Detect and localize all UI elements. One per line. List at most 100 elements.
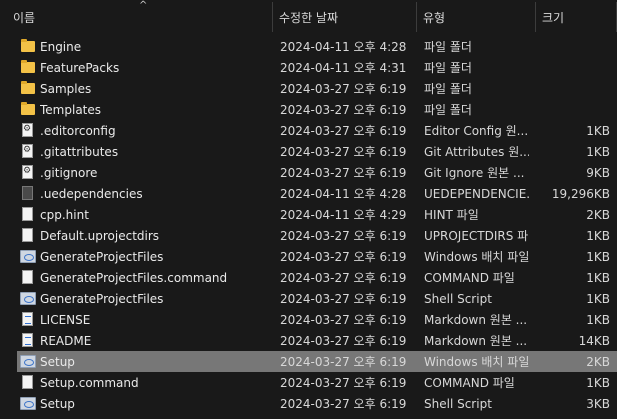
file-row[interactable]: Setup 2024-03-27 오후 6:19 Windows 배치 파일 2KB (0, 351, 617, 372)
file-name: LICENSE (40, 312, 91, 327)
folder-icon (21, 60, 35, 73)
file-modified-date: 2024-04-11 오후 4:31 (280, 61, 407, 75)
file-row[interactable]: .uedependencies 2024-04-11 오후 4:28 UEDEPEN… (0, 183, 617, 204)
file-modified-date: 2024-03-27 오후 6:19 (280, 313, 407, 327)
folder-icon (21, 81, 35, 94)
file-name: GenerateProjectFiles.command (40, 270, 228, 285)
column-header-type-label: 유형 (423, 10, 446, 25)
file-type: UEDEPENDENCIE... (424, 186, 529, 201)
file-row[interactable]: LICENSE 2024-03-27 오후 6:19 Markdown 원본 ...… (0, 309, 617, 330)
column-header-date[interactable]: 수정한 날짜 (273, 0, 417, 34)
batch-file-icon (20, 250, 36, 263)
file-row[interactable]: README 2024-03-27 오후 6:19 Markdown 원본 ... 1… (0, 330, 617, 351)
column-header-bar: 이름 ^ 수정한 날짜 유형 크기 (0, 0, 617, 34)
config-file-icon (22, 123, 33, 137)
file-name: .editorconfig (40, 123, 116, 138)
column-header-date-label: 수정한 날짜 (279, 10, 339, 25)
file-name: Default.uprojectdirs (40, 228, 160, 243)
file-name: FeaturePacks (40, 60, 120, 75)
file-type: Windows 배치 파일 (424, 250, 529, 264)
file-modified-date: 2024-03-27 오후 6:19 (280, 355, 407, 369)
file-row[interactable]: GenerateProjectFiles 2024-03-27 오후 6:19 Wi… (0, 246, 617, 267)
sort-ascending-icon: ^ (139, 0, 148, 11)
file-size: 1KB (586, 249, 610, 264)
file-modified-date: 2024-04-11 오후 4:28 (280, 40, 407, 54)
dark-file-icon (22, 186, 33, 200)
file-type: COMMAND 파일 (424, 271, 515, 285)
file-size: 1KB (586, 312, 610, 327)
text-file-icon (22, 333, 33, 347)
file-type: Markdown 원본 ... (424, 334, 528, 348)
file-modified-date: 2024-03-27 오후 6:19 (280, 397, 407, 411)
file-size: 1KB (586, 375, 610, 390)
column-header-size-label: 크기 (542, 10, 565, 25)
file-modified-date: 2024-03-27 오후 6:19 (280, 229, 407, 243)
file-icon (22, 375, 33, 389)
batch-file-icon (20, 292, 36, 305)
file-type: Windows 배치 파일 (424, 355, 529, 369)
text-file-icon (22, 312, 33, 326)
file-name: GenerateProjectFiles (40, 249, 164, 264)
file-row[interactable]: GenerateProjectFiles.command 2024-03-27 오… (0, 267, 617, 288)
file-modified-date: 2024-03-27 오후 6:19 (280, 82, 407, 96)
file-row[interactable]: Engine 2024-04-11 오후 4:28 파일 폴더 (0, 36, 617, 57)
file-size: 2KB (586, 354, 610, 369)
file-modified-date: 2024-04-11 오후 4:29 (280, 208, 407, 222)
file-row[interactable]: Setup.command 2024-03-27 오후 6:19 COMMAND 파… (0, 372, 617, 393)
file-type: Git Attributes 원... (424, 145, 529, 159)
batch-file-icon (20, 355, 36, 368)
file-row[interactable]: .gitignore 2024-03-27 오후 6:19 Git Ignore 원… (0, 162, 617, 183)
batch-file-icon (20, 397, 36, 410)
file-row[interactable]: .gitattributes 2024-03-27 오후 6:19 Git Attr… (0, 141, 617, 162)
file-modified-date: 2024-03-27 오후 6:19 (280, 376, 407, 390)
file-row[interactable]: FeaturePacks 2024-04-11 오후 4:31 파일 폴더 (0, 57, 617, 78)
column-header-size[interactable]: 크기 (536, 0, 617, 34)
file-type: Git Ignore 원본 ... (424, 166, 525, 180)
file-type: COMMAND 파일 (424, 376, 515, 390)
file-size: 2KB (586, 207, 610, 222)
folder-icon (21, 39, 35, 52)
file-row[interactable]: Samples 2024-03-27 오후 6:19 파일 폴더 (0, 78, 617, 99)
column-header-name-label: 이름 (13, 10, 36, 25)
file-row[interactable]: Templates 2024-03-27 오후 6:19 파일 폴더 (0, 99, 617, 120)
file-size: 3KB (586, 396, 610, 411)
file-name: GenerateProjectFiles (40, 291, 164, 306)
file-type: 파일 폴더 (424, 61, 472, 75)
file-name: Setup (40, 396, 75, 411)
column-header-type[interactable]: 유형 (417, 0, 536, 34)
file-size: 19,296KB (551, 186, 610, 201)
file-name: .gitattributes (40, 144, 119, 159)
file-modified-date: 2024-03-27 오후 6:19 (280, 166, 407, 180)
file-name: cpp.hint (40, 207, 89, 222)
config-file-icon (22, 165, 33, 179)
file-size: 1KB (586, 291, 610, 306)
file-name: Engine (40, 39, 82, 54)
column-header-name[interactable]: 이름 ^ (0, 0, 273, 34)
file-modified-date: 2024-03-27 오후 6:19 (280, 292, 407, 306)
file-row[interactable]: Default.uprojectdirs 2024-03-27 오후 6:19 UP… (0, 225, 617, 246)
file-list: Engine 2024-04-11 오후 4:28 파일 폴더 FeaturePack… (0, 36, 617, 414)
file-type: 파일 폴더 (424, 40, 472, 54)
file-row[interactable]: cpp.hint 2024-04-11 오후 4:29 HINT 파일 2KB (0, 204, 617, 225)
file-modified-date: 2024-03-27 오후 6:19 (280, 334, 407, 348)
file-type: Editor Config 원... (424, 124, 529, 138)
file-modified-date: 2024-03-27 오후 6:19 (280, 145, 407, 159)
file-type: Shell Script (424, 291, 492, 306)
file-icon (22, 207, 33, 221)
file-type: UPROJECTDIRS 파... (424, 229, 529, 243)
file-type: Markdown 원본 ... (424, 313, 528, 327)
file-modified-date: 2024-04-11 오후 4:28 (280, 187, 407, 201)
file-name: Setup (40, 354, 75, 369)
file-name: .uedependencies (40, 186, 143, 201)
file-modified-date: 2024-03-27 오후 6:19 (280, 271, 407, 285)
file-explorer-list: 이름 ^ 수정한 날짜 유형 크기 Engine 2024-04-11 오후 4:… (0, 0, 617, 419)
file-row[interactable]: Setup 2024-03-27 오후 6:19 Shell Script 3KB (0, 393, 617, 414)
file-row[interactable]: GenerateProjectFiles 2024-03-27 오후 6:19 Sh… (0, 288, 617, 309)
file-name: Templates (40, 102, 102, 117)
file-modified-date: 2024-03-27 오후 6:19 (280, 124, 407, 138)
file-name: README (40, 333, 92, 348)
file-name: Setup.command (40, 375, 139, 390)
folder-icon (21, 102, 35, 115)
file-size: 1KB (586, 270, 610, 285)
file-row[interactable]: .editorconfig 2024-03-27 오후 6:19 Editor Co… (0, 120, 617, 141)
